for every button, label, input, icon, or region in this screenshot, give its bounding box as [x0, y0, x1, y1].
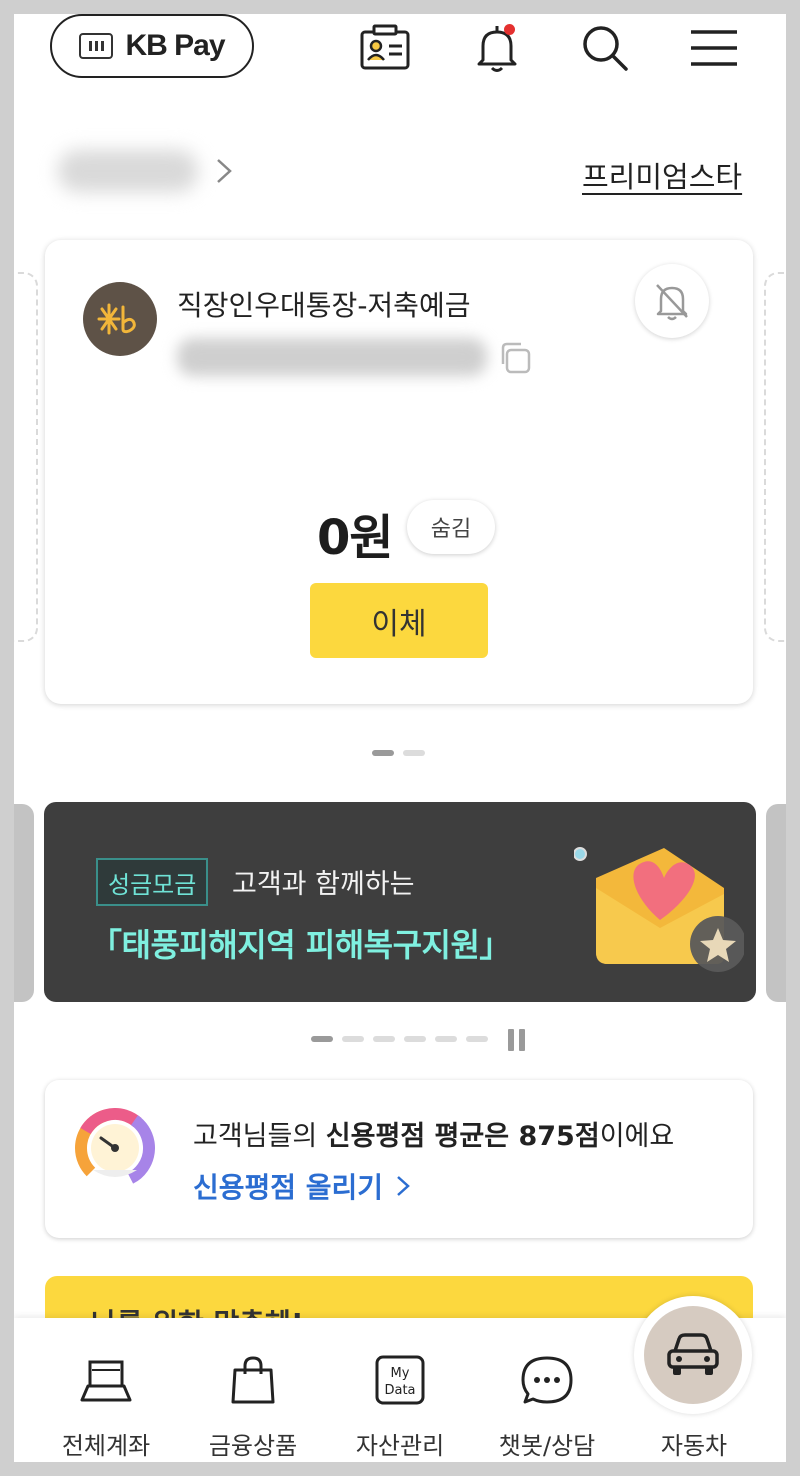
- nav-label: 금융상품: [208, 1432, 298, 1460]
- account-card: 직장인우대통장-저축예금 0원 숨김 이체: [45, 240, 753, 704]
- banner-subtitle: 고객과 함께하는: [232, 869, 415, 900]
- app-screen: KB Pay 프리미엄스타 직장인우대통장-저축예금 0원 숨김 이체 성금모금…: [14, 14, 786, 1462]
- heart-envelope-icon: [574, 847, 744, 972]
- kb-bank-logo: [83, 282, 157, 356]
- donation-banner[interactable]: 성금모금 고객과 함께하는 「태풍피해지역 피해복구지원」: [44, 802, 756, 1002]
- nav-label: 전체계좌: [61, 1432, 151, 1460]
- chat-icon: [521, 1356, 573, 1404]
- search-button[interactable]: [577, 20, 633, 76]
- next-account-card-peek[interactable]: [764, 272, 786, 642]
- nav-label: 자동차: [660, 1432, 728, 1460]
- carousel-dot: [466, 1036, 488, 1042]
- banner-carousel-indicator: [311, 1036, 488, 1042]
- credit-text-bold: 신용평점 평균은 875점: [325, 1121, 600, 1152]
- shopping-bag-icon: [231, 1356, 275, 1404]
- premium-star-link[interactable]: 프리미엄스타: [582, 154, 742, 196]
- account-name: 직장인우대통장-저축예금: [177, 289, 471, 322]
- nav-financial-products[interactable]: 금융상품: [178, 1318, 328, 1462]
- banner-title: 「태풍피해지역 피해복구지원」: [90, 926, 511, 964]
- id-card-icon: [360, 24, 410, 70]
- account-number-blurred: [177, 338, 487, 376]
- car-fab-inner: [644, 1306, 742, 1404]
- kb-pay-label: KB Pay: [125, 29, 225, 62]
- nav-all-accounts[interactable]: 전체계좌: [31, 1318, 181, 1462]
- carousel-dot: [372, 750, 394, 756]
- improve-credit-link[interactable]: 신용평점 올리기: [193, 1166, 411, 1206]
- kb-star-icon: [97, 303, 136, 335]
- nav-label: 챗봇/상담: [498, 1432, 596, 1460]
- carousel-dot: [311, 1036, 333, 1042]
- improve-credit-label: 신용평점 올리기: [193, 1171, 384, 1204]
- bell-off-icon: [656, 284, 688, 321]
- kb-pay-button[interactable]: KB Pay: [50, 14, 254, 78]
- chevron-right-icon: [397, 1176, 410, 1196]
- account-carousel-indicator: [372, 750, 425, 756]
- nav-chatbot[interactable]: 챗봇/상담: [472, 1318, 622, 1462]
- next-banner-peek[interactable]: [766, 804, 786, 1002]
- my-data-icon-bottom: Data: [384, 1383, 415, 1398]
- credit-score-message: 고객님들의 신용평점 평균은 875점이에요: [193, 1114, 674, 1153]
- copy-icon[interactable]: [497, 340, 533, 376]
- my-data-icon-top: My: [391, 1366, 410, 1381]
- credit-text-suffix: 이에요: [599, 1121, 675, 1152]
- credit-score-card[interactable]: 고객님들의 신용평점 평균은 875점이에요 신용평점 올리기: [45, 1080, 753, 1238]
- carousel-dot: [373, 1036, 395, 1042]
- id-card-button[interactable]: [357, 20, 413, 76]
- notification-badge-dot: [504, 24, 515, 35]
- laptop-icon: [80, 1360, 132, 1402]
- account-balance: 0원: [317, 510, 394, 566]
- hide-balance-button[interactable]: 숨김: [407, 500, 495, 554]
- banner-chip: 성금모금: [96, 858, 209, 906]
- nav-label: 자산관리: [355, 1432, 445, 1460]
- pause-icon[interactable]: [508, 1029, 525, 1051]
- car-fab-button[interactable]: [634, 1296, 752, 1414]
- user-name-blurred[interactable]: [58, 150, 198, 192]
- carousel-dot: [342, 1036, 364, 1042]
- search-icon: [583, 26, 628, 71]
- carousel-dot: [403, 750, 425, 756]
- car-icon: [667, 1333, 719, 1375]
- my-data-icon: My Data: [375, 1355, 425, 1405]
- alert-off-button[interactable]: [635, 264, 709, 338]
- credit-text-prefix: 고객님들의: [193, 1121, 326, 1152]
- nav-asset-management[interactable]: My Data 자산관리: [325, 1318, 475, 1462]
- kb-pay-logo-icon: [79, 33, 114, 59]
- credit-gauge-icon: [75, 1108, 155, 1188]
- menu-button[interactable]: [686, 20, 742, 76]
- chevron-right-icon[interactable]: [210, 154, 236, 188]
- menu-icon: [691, 30, 737, 66]
- transfer-button[interactable]: 이체: [310, 583, 488, 658]
- notification-button[interactable]: [469, 20, 525, 76]
- prev-banner-peek[interactable]: [14, 804, 34, 1002]
- carousel-dot: [435, 1036, 457, 1042]
- prev-account-card-peek[interactable]: [14, 272, 38, 642]
- carousel-dot: [404, 1036, 426, 1042]
